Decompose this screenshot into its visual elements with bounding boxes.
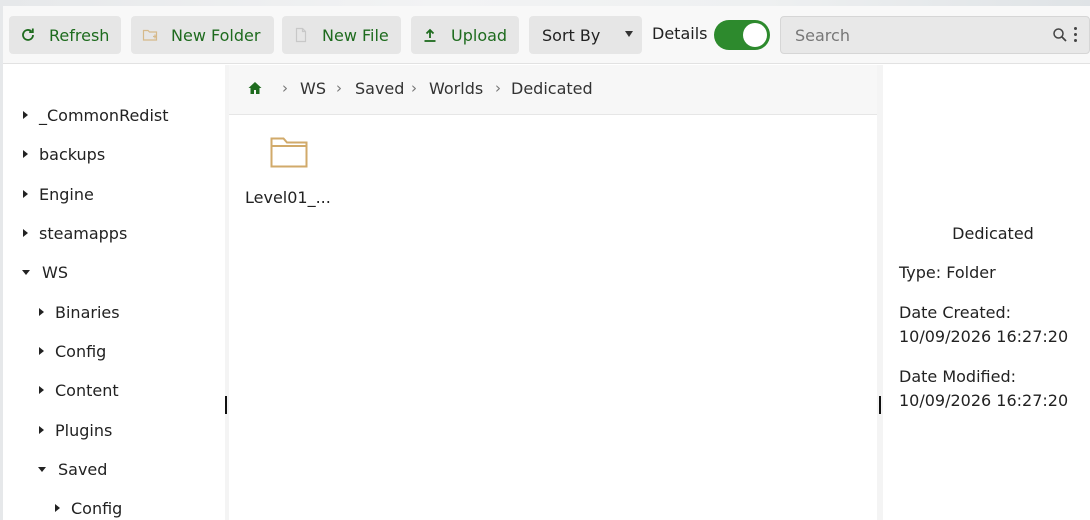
tree-item-label: steamapps [39, 223, 128, 243]
details-title: Dedicated [952, 224, 1034, 243]
toggle-knob [743, 23, 767, 47]
details-modified-value: 10/09/2026 16:27:20 [899, 391, 1069, 410]
tree-item-label: Config [71, 498, 123, 518]
tree-item-config[interactable]: Config [39, 339, 106, 363]
file-manager-window: Refresh New Folder New File Upload Sort … [3, 6, 1090, 520]
splitter-grip[interactable] [225, 396, 227, 414]
tree-item-label: Engine [39, 184, 94, 204]
new-folder-button[interactable]: New Folder [131, 16, 274, 54]
upload-label: Upload [451, 25, 508, 45]
search-box [780, 16, 1090, 54]
breadcrumb-item-worlds[interactable]: Worlds [429, 79, 483, 98]
tree-item-label: Saved [58, 459, 108, 479]
expand-arrow-icon [23, 150, 28, 158]
more-options-icon[interactable] [1072, 27, 1078, 45]
details-created-value: 10/09/2026 16:27:20 [899, 327, 1069, 346]
refresh-icon [19, 26, 37, 44]
toolbar: Refresh New Folder New File Upload Sort … [3, 6, 1090, 64]
tree-item-label: Content [55, 380, 119, 400]
breadcrumb-separator: › [411, 79, 417, 97]
tree-item-backups[interactable]: backups [23, 142, 105, 166]
tree-item-label: Config [55, 341, 107, 361]
tree-item-commonredist[interactable]: _CommonRedist [23, 103, 169, 127]
details-toggle[interactable] [714, 20, 770, 50]
expand-arrow-icon [39, 308, 44, 316]
tree-item-saved-config[interactable]: Config [55, 496, 122, 520]
details-created-label: Date Created: [899, 303, 1012, 322]
new-file-button[interactable]: New File [282, 16, 401, 54]
tree-item-binaries[interactable]: Binaries [39, 300, 120, 324]
breadcrumb-separator: › [495, 79, 501, 97]
tree-item-label: WS [42, 262, 68, 282]
expand-arrow-icon [55, 504, 60, 512]
tree-item-steamapps[interactable]: steamapps [23, 221, 127, 245]
collapse-arrow-icon [22, 269, 30, 275]
expand-arrow-icon [39, 347, 44, 355]
collapse-arrow-icon [38, 466, 46, 472]
tree-item-engine[interactable]: Engine [23, 182, 94, 206]
file-name: Level01_... [245, 188, 331, 207]
new-file-icon [292, 26, 310, 44]
tree-item-ws[interactable]: WS [22, 260, 68, 284]
expand-arrow-icon [23, 190, 28, 198]
refresh-button[interactable]: Refresh [9, 16, 121, 54]
chevron-down-icon [625, 31, 633, 37]
file-item-folder[interactable]: Level01_... [245, 135, 337, 215]
breadcrumb-separator: › [336, 79, 342, 97]
splitter-grip[interactable] [879, 396, 881, 414]
folder-tree: _CommonRedist backups Engine steamapps W… [3, 65, 223, 520]
breadcrumb-item-dedicated[interactable]: Dedicated [511, 79, 593, 98]
new-folder-icon [141, 26, 159, 44]
tree-item-content[interactable]: Content [39, 378, 119, 402]
file-list-pane: › WS › Saved › Worlds › Dedicated Level0… [229, 65, 879, 520]
breadcrumb: › WS › Saved › Worlds › Dedicated [229, 65, 879, 115]
details-type: Type: Folder [899, 263, 996, 282]
details-toggle-label: Details [652, 24, 708, 43]
expand-arrow-icon [23, 111, 28, 119]
upload-icon [421, 26, 439, 44]
details-pane: Dedicated Type: Folder Date Created: 10/… [883, 65, 1090, 520]
tree-item-label: Plugins [55, 420, 113, 440]
expand-arrow-icon [39, 386, 44, 394]
tree-item-label: backups [39, 144, 106, 164]
breadcrumb-item-ws[interactable]: WS [300, 79, 326, 98]
tree-item-saved[interactable]: Saved [38, 457, 107, 481]
tree-item-plugins[interactable]: Plugins [39, 418, 112, 442]
tree-item-label: Binaries [55, 302, 120, 322]
search-input[interactable] [781, 17, 1051, 53]
folder-icon [270, 135, 308, 173]
sort-by-label: Sort By [542, 25, 601, 45]
details-modified-label: Date Modified: [899, 367, 1016, 386]
home-icon[interactable] [247, 80, 263, 100]
upload-button[interactable]: Upload [411, 16, 519, 54]
new-file-label: New File [322, 25, 389, 45]
expand-arrow-icon [23, 229, 28, 237]
refresh-label: Refresh [49, 25, 110, 45]
expand-arrow-icon [39, 426, 44, 434]
search-icon[interactable] [1052, 27, 1068, 47]
breadcrumb-item-saved[interactable]: Saved [355, 79, 404, 98]
breadcrumb-separator: › [282, 79, 288, 97]
sort-by-dropdown[interactable]: Sort By [529, 16, 642, 54]
new-folder-label: New Folder [171, 25, 261, 45]
tree-item-label: _CommonRedist [39, 105, 169, 125]
